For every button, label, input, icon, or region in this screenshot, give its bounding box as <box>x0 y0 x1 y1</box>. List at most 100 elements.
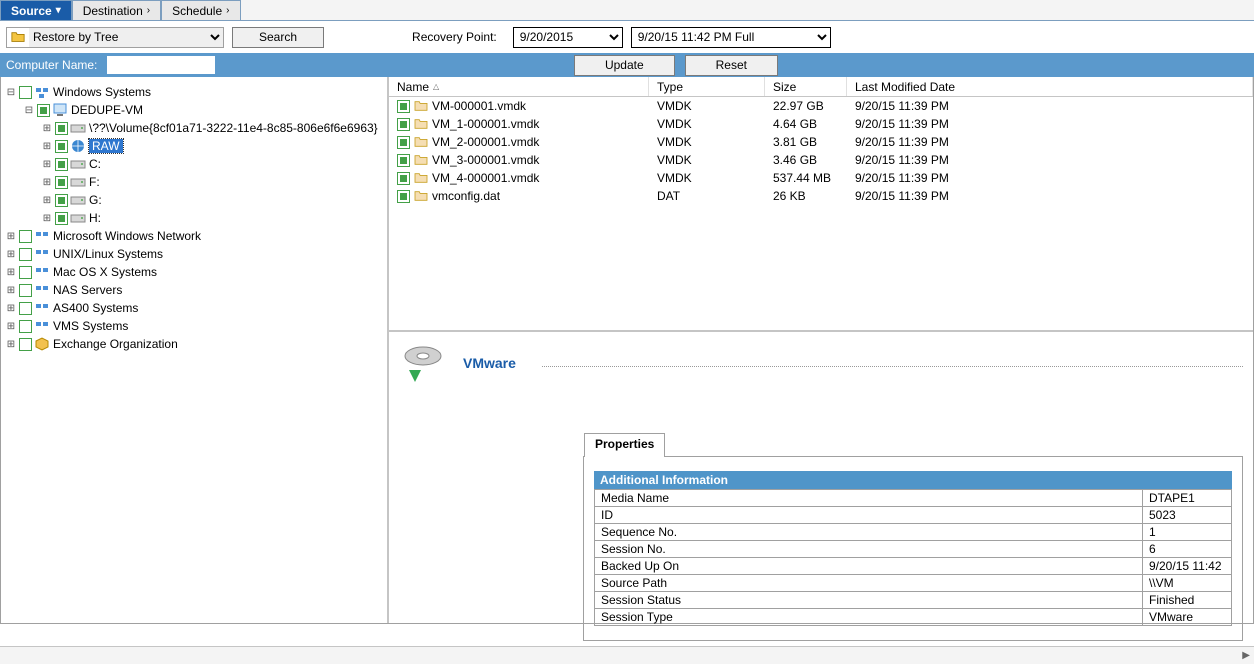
file-name: VM_3-000001.vmdk <box>432 153 539 167</box>
expand-icon[interactable]: ⊞ <box>41 177 53 188</box>
tab-schedule[interactable]: Schedule› <box>161 0 240 20</box>
top-tabs: Source▾ Destination› Schedule› <box>0 0 1254 21</box>
network-icon <box>34 264 50 280</box>
checkbox[interactable] <box>55 212 68 225</box>
search-button[interactable]: Search <box>232 27 324 48</box>
table-row[interactable]: VM_3-000001.vmdkVMDK3.46 GB9/20/15 11:39… <box>389 151 1253 169</box>
restore-mode-select[interactable]: Restore by Tree <box>6 27 224 48</box>
checkbox[interactable] <box>19 230 32 243</box>
collapse-icon[interactable]: ⊟ <box>5 87 17 98</box>
checkbox[interactable] <box>19 302 32 315</box>
file-modified: 9/20/15 11:39 PM <box>847 189 1253 203</box>
network-icon <box>34 84 50 100</box>
checkbox[interactable] <box>37 104 50 117</box>
col-type[interactable]: Type <box>649 77 765 96</box>
checkbox[interactable] <box>397 172 410 185</box>
file-type: DAT <box>649 189 765 203</box>
prop-key: Backed Up On <box>595 558 1143 575</box>
col-modified[interactable]: Last Modified Date <box>847 77 1253 96</box>
tree-exchange[interactable]: ⊞ Exchange Organization <box>5 335 385 353</box>
checkbox[interactable] <box>55 122 68 135</box>
expand-icon[interactable]: ⊞ <box>41 195 53 206</box>
checkbox[interactable] <box>55 158 68 171</box>
scroll-right-icon[interactable]: ▶ <box>1242 650 1250 661</box>
tab-properties[interactable]: Properties <box>584 433 665 457</box>
expand-icon[interactable]: ⊞ <box>5 303 17 314</box>
expand-icon[interactable]: ⊞ <box>5 339 17 350</box>
table-row[interactable]: VM_2-000001.vmdkVMDK3.81 GB9/20/15 11:39… <box>389 133 1253 151</box>
tree-windows-systems[interactable]: ⊟ Windows Systems <box>5 83 385 101</box>
expand-icon[interactable]: ⊞ <box>5 285 17 296</box>
checkbox[interactable] <box>397 100 410 113</box>
tree-mac[interactable]: ⊞ Mac OS X Systems <box>5 263 385 281</box>
expand-icon[interactable]: ⊞ <box>5 321 17 332</box>
cube-icon <box>34 336 50 352</box>
tree[interactable]: ⊟ Windows Systems ⊟ DEDUPE-VM ⊞ \??\Volu… <box>1 77 389 623</box>
tree-drive-c[interactable]: ⊞ C: <box>5 155 385 173</box>
checkbox[interactable] <box>397 190 410 203</box>
file-name: vmconfig.dat <box>432 189 500 203</box>
checkbox[interactable] <box>55 140 68 153</box>
table-row[interactable]: VM-000001.vmdkVMDK22.97 GB9/20/15 11:39 … <box>389 97 1253 115</box>
network-icon <box>34 246 50 262</box>
checkbox[interactable] <box>55 176 68 189</box>
reset-button[interactable]: Reset <box>685 55 778 76</box>
network-icon <box>34 228 50 244</box>
drive-icon <box>70 210 86 226</box>
tree-ms-network[interactable]: ⊞ Microsoft Windows Network <box>5 227 385 245</box>
computer-name-bar: Computer Name: Update Reset <box>0 53 1254 77</box>
col-size[interactable]: Size <box>765 77 847 96</box>
computer-name-input[interactable] <box>107 56 215 74</box>
tree-drive-h[interactable]: ⊞ H: <box>5 209 385 227</box>
tab-source[interactable]: Source▾ <box>0 0 72 20</box>
tree-as400[interactable]: ⊞ AS400 Systems <box>5 299 385 317</box>
tree-unix[interactable]: ⊞ UNIX/Linux Systems <box>5 245 385 263</box>
expand-icon[interactable]: ⊞ <box>41 159 53 170</box>
checkbox[interactable] <box>397 136 410 149</box>
expand-icon[interactable]: ⊞ <box>5 249 17 260</box>
collapse-icon[interactable]: ⊟ <box>23 105 35 116</box>
expand-icon[interactable]: ⊞ <box>5 267 17 278</box>
checkbox[interactable] <box>397 154 410 167</box>
checkbox[interactable] <box>19 86 32 99</box>
recovery-time-select[interactable]: 9/20/15 11:42 PM Full <box>631 27 831 48</box>
table-row[interactable]: VM_1-000001.vmdkVMDK4.64 GB9/20/15 11:39… <box>389 115 1253 133</box>
expand-icon[interactable]: ⊞ <box>41 123 53 134</box>
checkbox[interactable] <box>19 248 32 261</box>
prop-value: VMware <box>1143 609 1232 626</box>
network-icon <box>34 300 50 316</box>
checkbox[interactable] <box>55 194 68 207</box>
checkbox[interactable] <box>19 320 32 333</box>
folder-icon <box>414 172 428 184</box>
tree-drive-g[interactable]: ⊞ G: <box>5 191 385 209</box>
tree-raw[interactable]: ⊞ RAW <box>5 137 385 155</box>
col-name[interactable]: Name△ <box>389 77 649 96</box>
tree-nas[interactable]: ⊞ NAS Servers <box>5 281 385 299</box>
tree-volume[interactable]: ⊞ \??\Volume{8cf01a71-3222-11e4-8c85-806… <box>5 119 385 137</box>
tree-dedupe-vm[interactable]: ⊟ DEDUPE-VM <box>5 101 385 119</box>
expand-icon[interactable]: ⊞ <box>5 231 17 242</box>
update-button[interactable]: Update <box>574 55 675 76</box>
detail-pane: VMware Properties Additional Information… <box>389 332 1253 641</box>
file-modified: 9/20/15 11:39 PM <box>847 99 1253 113</box>
checkbox[interactable] <box>19 338 32 351</box>
tab-destination[interactable]: Destination› <box>72 0 161 20</box>
table-row[interactable]: VM_4-000001.vmdkVMDK537.44 MB9/20/15 11:… <box>389 169 1253 187</box>
drive-icon <box>70 192 86 208</box>
computer-icon <box>52 102 68 118</box>
checkbox[interactable] <box>19 266 32 279</box>
checkbox[interactable] <box>19 284 32 297</box>
file-name: VM_2-000001.vmdk <box>432 135 539 149</box>
tree-vms[interactable]: ⊞ VMS Systems <box>5 317 385 335</box>
tree-raw-label: RAW <box>89 139 123 153</box>
expand-icon[interactable]: ⊞ <box>41 141 53 152</box>
folder-icon <box>414 136 428 148</box>
prop-key: Session No. <box>595 541 1143 558</box>
globe-icon <box>70 138 86 154</box>
tree-drive-f[interactable]: ⊞ F: <box>5 173 385 191</box>
recovery-date-select[interactable]: 9/20/2015 <box>513 27 623 48</box>
file-name: VM_1-000001.vmdk <box>432 117 539 131</box>
table-row[interactable]: vmconfig.datDAT26 KB9/20/15 11:39 PM <box>389 187 1253 205</box>
expand-icon[interactable]: ⊞ <box>41 213 53 224</box>
checkbox[interactable] <box>397 118 410 131</box>
